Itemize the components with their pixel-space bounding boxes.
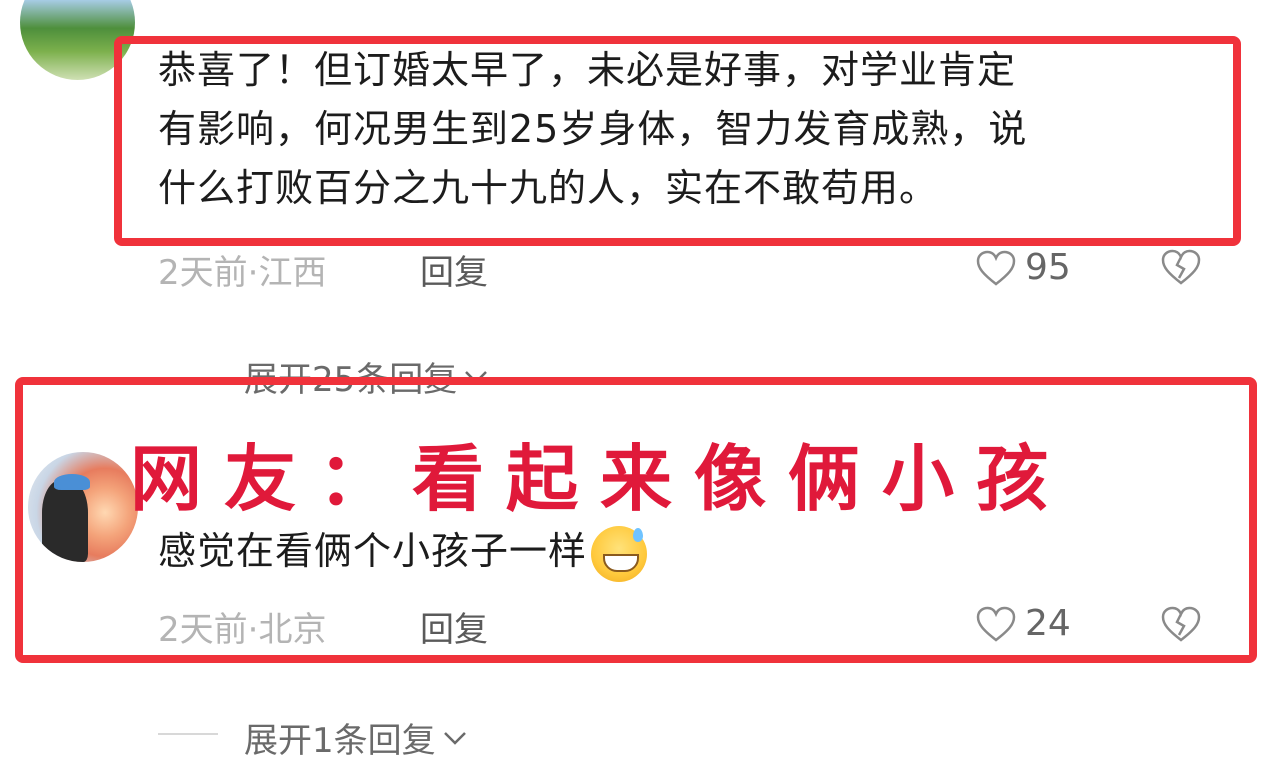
- reply-button[interactable]: 回复: [420, 245, 488, 294]
- broken-heart-icon: [1161, 249, 1201, 285]
- dislike-button[interactable]: [1160, 248, 1202, 290]
- expand-replies-button[interactable]: 展开1条回复: [244, 713, 468, 762]
- caption: 网友：看起来像俩小孩: [130, 437, 1071, 521]
- comment-meta: 2天前·江西: [158, 253, 327, 293]
- expand-replies-label: 展开1条回复: [244, 721, 436, 761]
- like-count: 95: [1025, 247, 1071, 288]
- divider: [158, 733, 218, 735]
- chevron-down-icon: [443, 731, 466, 745]
- like-button[interactable]: 95: [975, 247, 1071, 288]
- comment-thread: 恭喜了！但订婚太早了，未必是好事，对学业肯定 有影响，何况男生到25岁身体，智力…: [0, 0, 1267, 775]
- heart-outline-icon: [976, 250, 1016, 286]
- highlight-box: [114, 36, 1241, 246]
